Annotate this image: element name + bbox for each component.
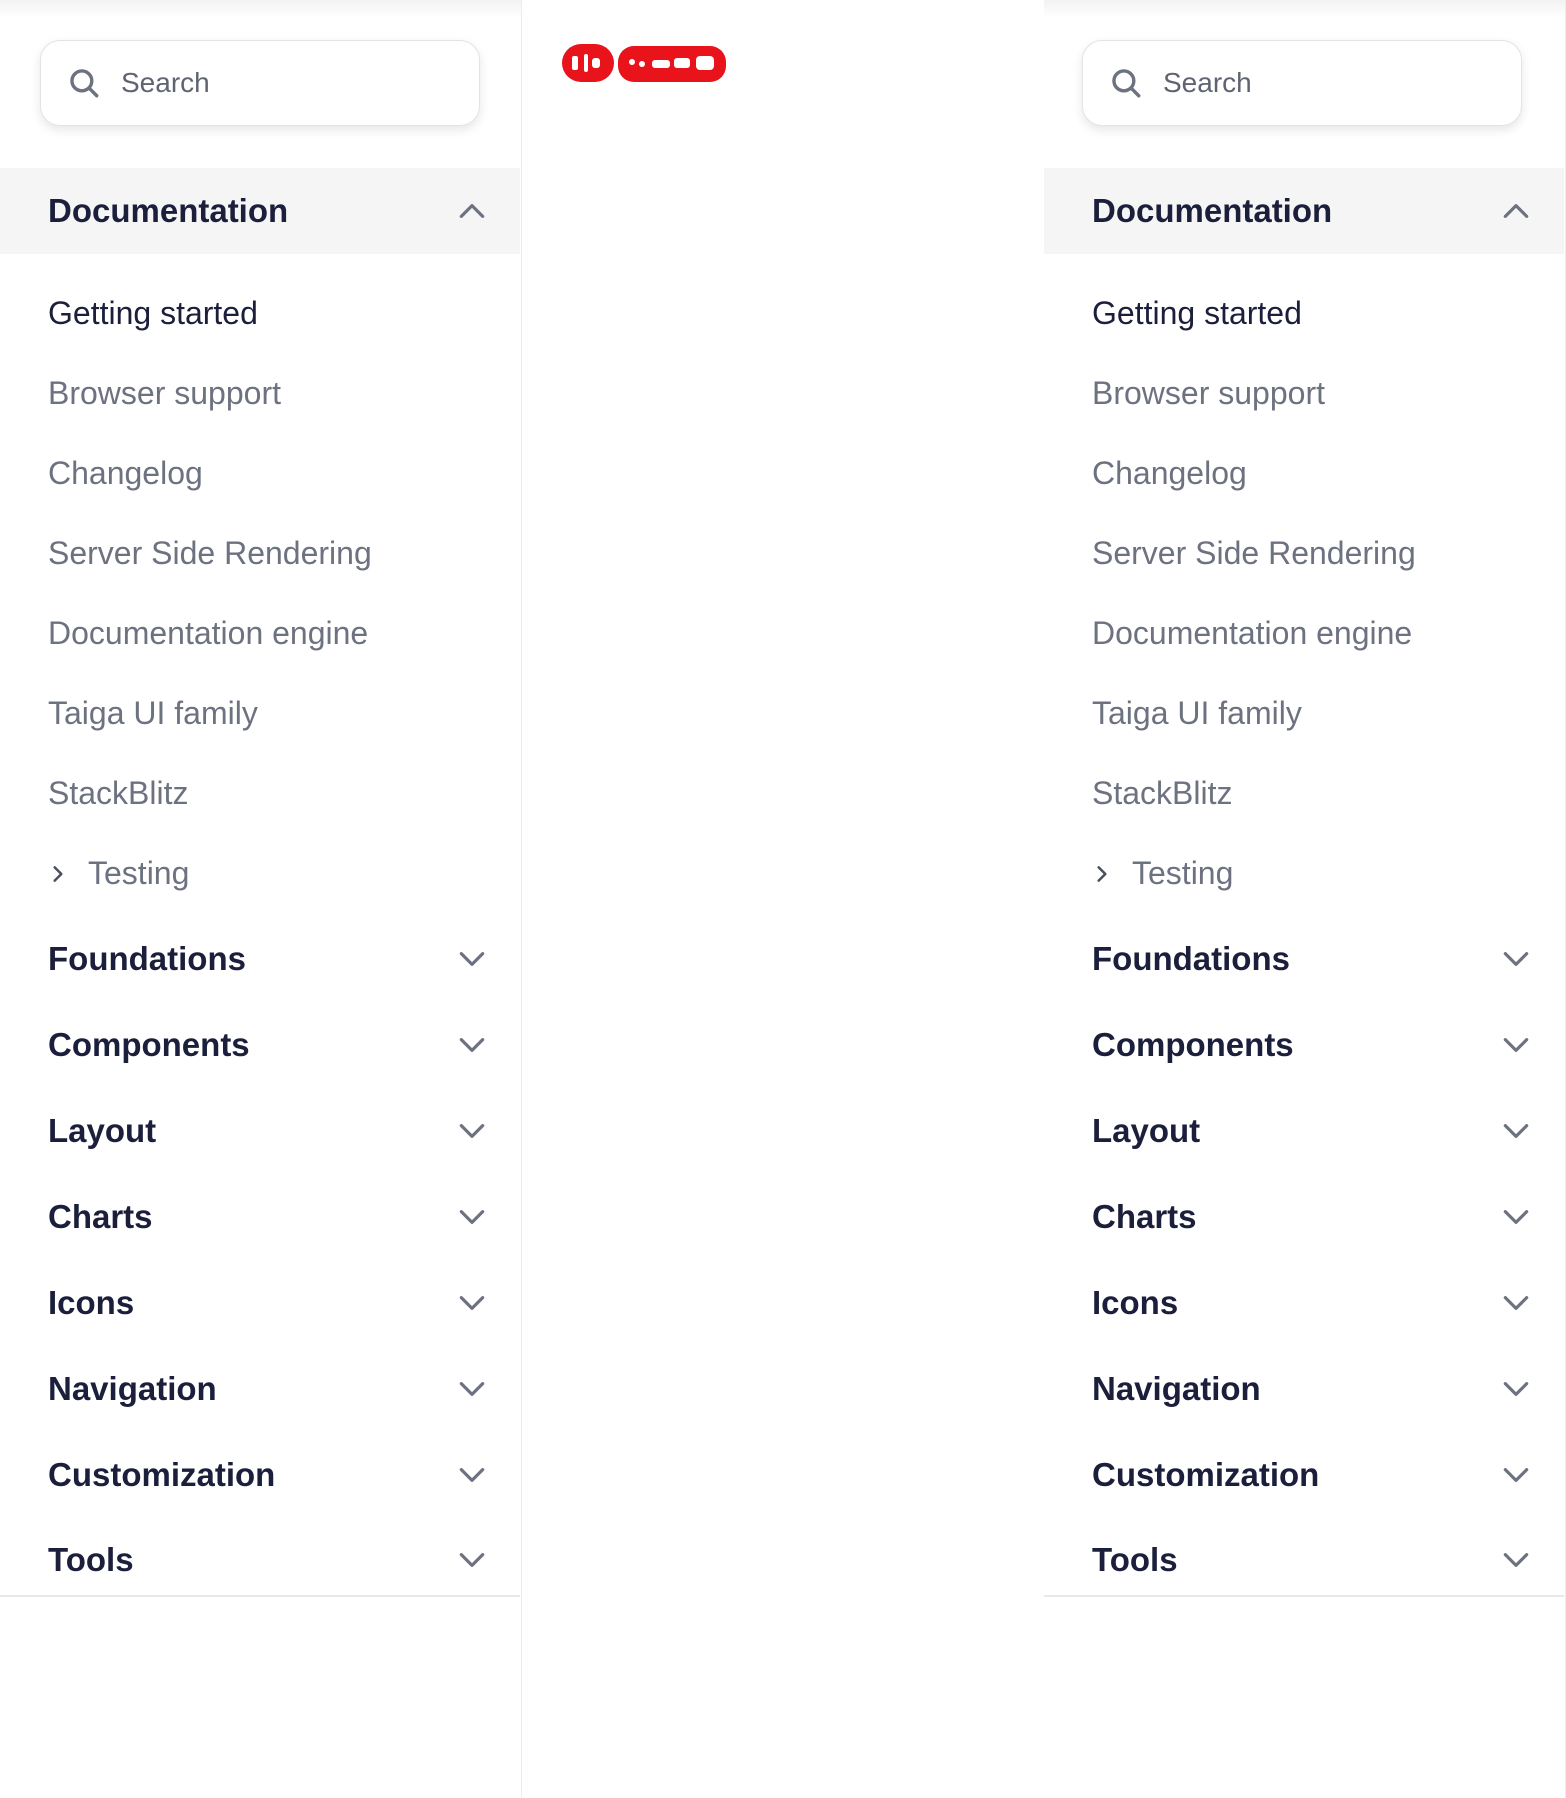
section-charts[interactable]: Charts [1044, 1174, 1564, 1260]
nav-item-stackblitz[interactable]: StackBlitz [1092, 773, 1232, 813]
nav-item-server-side-rendering[interactable]: Server Side Rendering [48, 533, 372, 573]
chevron-down-icon [1503, 1124, 1529, 1138]
section-icons[interactable]: Icons [1044, 1260, 1564, 1346]
section-title: Foundations [48, 940, 246, 977]
section-foundations[interactable]: Foundations [0, 916, 520, 1002]
nav-item-taiga-ui-family[interactable]: Taiga UI family [48, 693, 258, 733]
section-title: Icons [48, 1284, 135, 1321]
top-shade [1044, 0, 1565, 18]
section-title: Layout [48, 1112, 157, 1149]
nav-item-browser-support[interactable]: Browser support [1092, 373, 1325, 413]
screenshot-root: Search Documentation Getting started Bro… [0, 0, 1566, 1798]
section-documentation[interactable]: Documentation [0, 168, 520, 254]
nav-item-documentation-engine[interactable]: Documentation engine [1092, 613, 1412, 653]
chevron-down-icon [1503, 1553, 1529, 1567]
chevron-down-icon [459, 1382, 485, 1396]
section-navigation[interactable]: Navigation [0, 1346, 520, 1432]
chevron-up-icon [1503, 204, 1529, 218]
search-input[interactable]: Search [1082, 40, 1522, 126]
chevron-right-icon [1097, 865, 1107, 882]
nav-item-changelog[interactable]: Changelog [1092, 453, 1247, 493]
chevron-down-icon [1503, 1038, 1529, 1052]
chevron-down-icon [459, 1296, 485, 1310]
section-components[interactable]: Components [0, 1002, 520, 1088]
nav-item-browser-support[interactable]: Browser support [48, 373, 281, 413]
nav-subgroup-testing[interactable]: Testing [48, 855, 189, 892]
section-layout[interactable]: Layout [1044, 1088, 1564, 1174]
section-charts[interactable]: Charts [0, 1174, 520, 1260]
divider [1044, 1595, 1564, 1597]
nav-subgroup-testing[interactable]: Testing [1092, 855, 1233, 892]
section-title: Components [1092, 1026, 1294, 1063]
chevron-down-icon [1503, 1382, 1529, 1396]
section-title: Foundations [1092, 940, 1290, 977]
section-title: Customization [48, 1456, 276, 1493]
chevron-down-icon [459, 1124, 485, 1138]
section-title: Icons [1092, 1284, 1179, 1321]
nav-item-getting-started[interactable]: Getting started [48, 293, 258, 333]
divider [0, 1595, 520, 1597]
nav-item-documentation-engine[interactable]: Documentation engine [48, 613, 368, 653]
section-title: Documentation [48, 192, 289, 229]
section-tools[interactable]: Tools [0, 1517, 520, 1603]
chevron-right-icon [53, 865, 63, 882]
section-customization[interactable]: Customization [0, 1432, 520, 1518]
chevron-up-icon [459, 204, 485, 218]
section-documentation[interactable]: Documentation [1044, 168, 1564, 254]
subgroup-label: Testing [1132, 855, 1234, 891]
section-title: Layout [1092, 1112, 1201, 1149]
nav-item-server-side-rendering[interactable]: Server Side Rendering [1092, 533, 1416, 573]
section-components[interactable]: Components [1044, 1002, 1564, 1088]
chevron-down-icon [459, 1468, 485, 1482]
subgroup-label: Testing [88, 855, 190, 891]
section-icons[interactable]: Icons [0, 1260, 520, 1346]
search-input[interactable]: Search [40, 40, 480, 126]
section-customization[interactable]: Customization [1044, 1432, 1564, 1518]
chevron-down-icon [1503, 1468, 1529, 1482]
search-icon [1112, 69, 1141, 98]
section-title: Tools [1092, 1541, 1178, 1578]
nav-item-getting-started[interactable]: Getting started [1092, 293, 1302, 333]
section-layout[interactable]: Layout [0, 1088, 520, 1174]
chevron-down-icon [459, 1553, 485, 1567]
section-title: Navigation [1092, 1370, 1261, 1407]
section-title: Charts [1092, 1198, 1197, 1235]
chevron-down-icon [1503, 1296, 1529, 1310]
chevron-down-icon [459, 1210, 485, 1224]
chevron-down-icon [1503, 1210, 1529, 1224]
chevron-down-icon [459, 1038, 485, 1052]
chevron-down-icon [459, 952, 485, 966]
search-placeholder: Search [121, 67, 210, 98]
sidebar-left: Search Documentation Getting started Bro… [0, 0, 522, 1798]
nav-item-changelog[interactable]: Changelog [48, 453, 203, 493]
section-title: Documentation [1092, 192, 1333, 229]
nav-item-taiga-ui-family[interactable]: Taiga UI family [1092, 693, 1302, 733]
section-title: Charts [48, 1198, 153, 1235]
section-foundations[interactable]: Foundations [1044, 916, 1564, 1002]
top-shade [0, 0, 521, 18]
section-navigation[interactable]: Navigation [1044, 1346, 1564, 1432]
section-title: Customization [1092, 1456, 1320, 1493]
section-title: Navigation [48, 1370, 217, 1407]
search-icon [70, 69, 99, 98]
error-badge-icon [562, 44, 726, 82]
search-placeholder: Search [1163, 67, 1252, 98]
section-tools[interactable]: Tools [1044, 1517, 1564, 1603]
section-title: Components [48, 1026, 250, 1063]
chevron-down-icon [1503, 952, 1529, 966]
sidebar-right: Search Documentation Getting started Bro… [1044, 0, 1566, 1798]
section-title: Tools [48, 1541, 134, 1578]
nav-item-stackblitz[interactable]: StackBlitz [48, 773, 188, 813]
